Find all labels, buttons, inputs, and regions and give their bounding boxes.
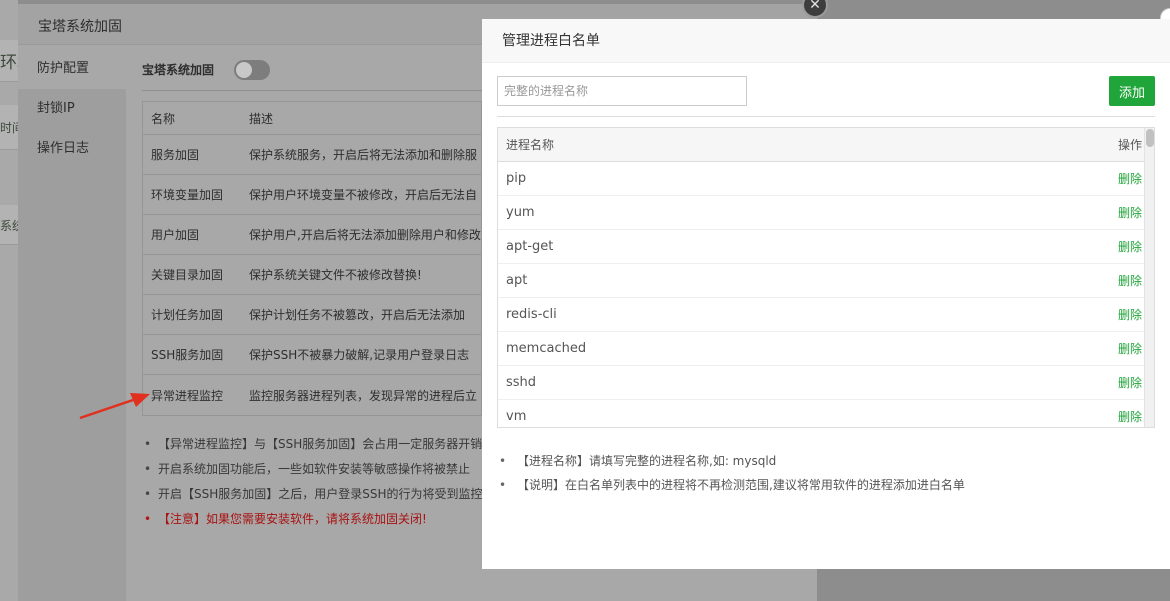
process-name: memcached: [506, 341, 587, 356]
table-row: sshd 删除: [498, 366, 1154, 400]
table-row: 环境变量加固 保护用户环境变量不被修改，开启后无法自: [143, 175, 481, 215]
feature-name: 计划任务加固: [151, 308, 224, 322]
delete-link[interactable]: 删除: [1118, 306, 1142, 323]
feature-desc: 保护系统服务，开启后将无法添加和删除服: [249, 148, 478, 162]
delete-link[interactable]: 删除: [1118, 408, 1142, 425]
sidebar-item-block-ip[interactable]: 封锁IP: [18, 89, 126, 129]
delete-link[interactable]: 删除: [1118, 272, 1142, 289]
feature-name: 异常进程监控: [151, 388, 224, 403]
delete-link[interactable]: 删除: [1118, 204, 1142, 221]
delete-link[interactable]: 删除: [1118, 170, 1142, 187]
table-row: 关键目录加固 保护系统关键文件不被修改替换!: [143, 255, 481, 295]
feature-name: SSH服务加固: [151, 348, 224, 362]
scrollbar[interactable]: [1144, 128, 1154, 427]
table-row: apt 删除: [498, 264, 1154, 298]
dialog-title: 管理进程白名单: [482, 19, 1170, 63]
add-process-row: 添加: [497, 76, 1155, 106]
feature-name: 环境变量加固: [151, 188, 224, 202]
background-fragment: 系统: [0, 205, 18, 245]
delete-link[interactable]: 删除: [1118, 238, 1142, 255]
column-header-action: 操作: [1117, 138, 1142, 152]
table-row: apt-get 删除: [498, 230, 1154, 264]
feature-desc: 保护用户环境变量不被修改，开启后无法自: [249, 188, 478, 202]
table-header: 名称 描述: [143, 102, 481, 135]
annotation-arrow-icon: [79, 393, 150, 420]
feature-desc: 保护SSH不被暴力破解,记录用户登录日志: [249, 348, 470, 362]
note-item: 【说明】在白名单列表中的进程将不再检测范围,建议将常用软件的进程添加进白名单: [497, 473, 1155, 497]
table-row: 服务加固 保护系统服务，开启后将无法添加和删除服: [143, 135, 481, 175]
sidebar-item-protection-config[interactable]: 防护配置: [18, 49, 126, 89]
process-name-input[interactable]: [497, 76, 747, 106]
table-row: memcached 删除: [498, 332, 1154, 366]
feature-desc: 保护计划任务不被篡改，开启后无法添加: [249, 308, 466, 322]
toggle-label: 宝塔系统加固: [142, 63, 215, 77]
whitelist-table: 进程名称 操作 pip 删除 yum 删除 apt-get 删除 apt 删除 …: [497, 127, 1155, 428]
process-name: redis-cli: [506, 307, 557, 322]
feature-name: 服务加固: [151, 148, 200, 162]
column-header-desc: 描述: [249, 111, 274, 126]
table-row: 计划任务加固 保护计划任务不被篡改，开启后无法添加: [143, 295, 481, 335]
notes-list: 【进程名称】请填写完整的进程名称,如: mysqld 【说明】在白名单列表中的进…: [497, 449, 1155, 497]
delete-link[interactable]: 删除: [1118, 340, 1142, 357]
note-item: 【进程名称】请填写完整的进程名称,如: mysqld: [497, 449, 1155, 473]
table-row: SSH服务加固 保护SSH不被暴力破解,记录用户登录日志: [143, 335, 481, 375]
feature-name: 关键目录加固: [151, 268, 224, 282]
process-name: pip: [506, 171, 527, 186]
process-name: yum: [506, 205, 535, 220]
column-header-name: 名称: [151, 111, 176, 126]
table-row: redis-cli 删除: [498, 298, 1154, 332]
add-button[interactable]: 添加: [1109, 76, 1155, 106]
feature-name: 用户加固: [151, 228, 200, 242]
process-name: apt: [506, 273, 528, 288]
background-fragment: 环境: [0, 40, 18, 82]
hardening-toggle[interactable]: [234, 59, 271, 80]
process-whitelist-dialog: 管理进程白名单 添加 进程名称 操作 pip 删除 yum 删除 apt-get…: [482, 19, 1170, 569]
table-row: 用户加固 保护用户,开启后将无法添加删除用户和修改: [143, 215, 481, 255]
process-name: apt-get: [506, 239, 554, 254]
divider: [497, 116, 1155, 117]
table-header: 进程名称 操作: [498, 128, 1154, 162]
column-header-process-name: 进程名称: [506, 138, 555, 152]
table-row: yum 删除: [498, 196, 1154, 230]
table-row: vm 删除: [498, 400, 1154, 427]
sidebar-item-operation-log[interactable]: 操作日志: [18, 129, 126, 169]
sidebar: 防护配置 封锁IP 操作日志: [18, 49, 126, 601]
process-name: sshd: [506, 375, 537, 390]
delete-link[interactable]: 删除: [1118, 374, 1142, 391]
background-page: 环境 时间 系统: [0, 0, 18, 601]
process-name: vm: [506, 409, 527, 424]
feature-desc: 保护用户,开启后将无法添加删除用户和修改: [249, 228, 481, 242]
table-row: 异常进程监控 监控服务器进程列表，发现异常的进程后立: [143, 375, 481, 415]
scrollbar-thumb[interactable]: [1146, 129, 1154, 147]
feature-desc: 监控服务器进程列表，发现异常的进程后立: [249, 388, 478, 403]
feature-desc: 保护系统关键文件不被修改替换!: [249, 268, 422, 282]
background-fragment: 时间: [0, 105, 18, 150]
feature-table: 名称 描述 服务加固 保护系统服务，开启后将无法添加和删除服 环境变量加固 保护…: [142, 101, 482, 416]
table-row: pip 删除: [498, 162, 1154, 196]
